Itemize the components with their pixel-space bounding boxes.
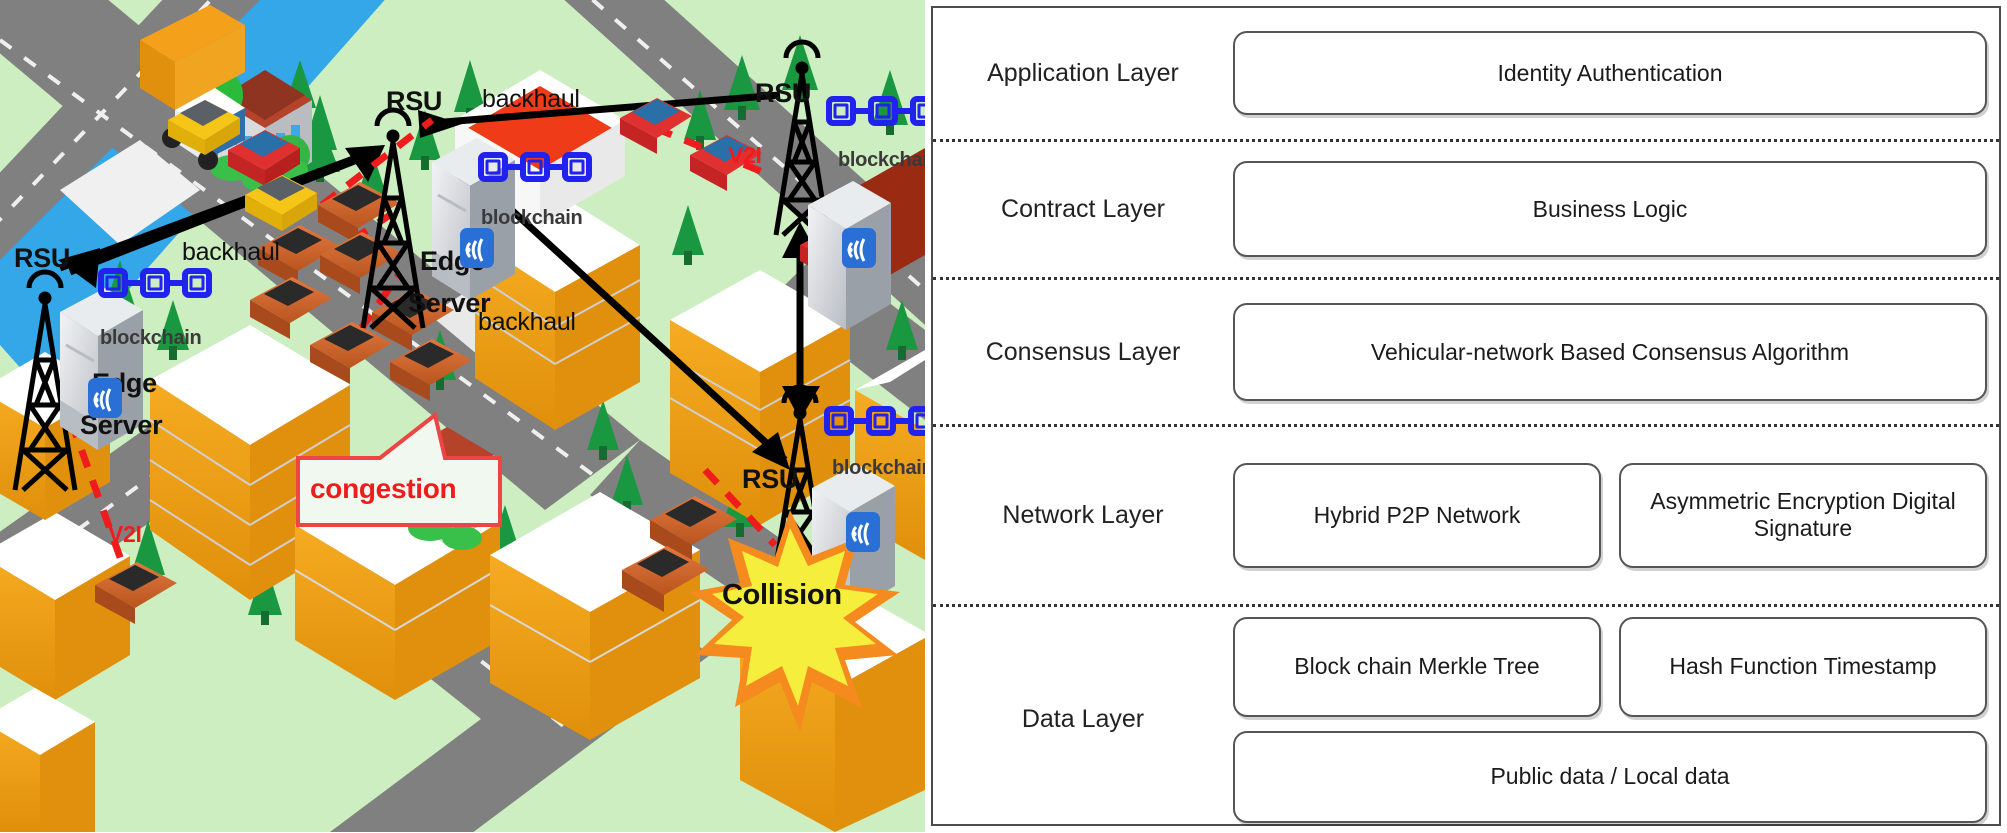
- layer-name-data: Data Layer: [1021, 705, 1145, 734]
- layer-name-consensus: Consensus Layer: [985, 337, 1181, 366]
- card-asymmetric-encryption-digital-signature[interactable]: Asymmetric Encryption Digital Signature: [1619, 462, 1987, 568]
- card-consensus-algorithm[interactable]: Vehicular-network Based Consensus Algori…: [1233, 303, 1987, 402]
- card-business-logic[interactable]: Business Logic: [1233, 161, 1987, 258]
- blockchain-chain-icon-right: [826, 96, 925, 126]
- card-identity-authentication[interactable]: Identity Authentication: [1233, 31, 1987, 116]
- architecture-frame: Application Layer Identity Authenticatio…: [931, 6, 2001, 826]
- layer-body-contract: Business Logic: [1233, 161, 1999, 258]
- layer-name-network: Network Layer: [1002, 500, 1164, 529]
- wifi-icon-bottom-right: [846, 512, 880, 552]
- blockchain-label-center: blockchain: [481, 207, 583, 229]
- blockchain-chain-icon-left: [98, 268, 212, 298]
- blockchain-label-left: blockchain: [100, 327, 202, 349]
- edge-server-label-center-line2: Server: [408, 288, 491, 318]
- card-public-local-data[interactable]: Public data / Local data: [1233, 730, 1987, 823]
- congestion-label: congestion: [310, 473, 457, 504]
- backhaul-label-top: backhaul: [482, 85, 580, 113]
- layer-name-application: Application Layer: [987, 58, 1179, 87]
- blockchain-chain-icon-bottom-right: [824, 406, 925, 436]
- figure-root: RSU RSU RSU RSU backhaul backhaul backha…: [0, 0, 2007, 832]
- card-hybrid-p2p-network[interactable]: Hybrid P2P Network: [1233, 462, 1601, 568]
- vehicular-network-scenario-map: RSU RSU RSU RSU backhaul backhaul backha…: [0, 0, 925, 832]
- rsu-label-top-right: RSU: [755, 78, 812, 108]
- layer-contract: Contract Layer Business Logic: [933, 138, 1999, 278]
- layer-consensus: Consensus Layer Vehicular-network Based …: [933, 277, 1999, 424]
- layer-body-consensus: Vehicular-network Based Consensus Algori…: [1233, 303, 1999, 402]
- wifi-icon-right: [842, 228, 876, 268]
- rsu-label-bottom-right: RSU: [742, 464, 799, 494]
- blockchain-chain-icon-center: [478, 152, 592, 182]
- layer-body-application: Identity Authentication: [1233, 31, 1999, 116]
- wifi-icon-center: [460, 228, 494, 268]
- card-hash-function-timestamp[interactable]: Hash Function Timestamp: [1619, 616, 1987, 717]
- blockchain-label-right: blockchain: [838, 149, 925, 171]
- layer-network: Network Layer Hybrid P2P Network Asymmet…: [933, 424, 1999, 604]
- rsu-label-left: RSU: [14, 243, 71, 273]
- rsu-label-center: RSU: [386, 86, 443, 116]
- backhaul-label-left: backhaul: [182, 238, 280, 266]
- layer-data: Data Layer Block chain Merkle Tree Hash …: [933, 603, 1999, 833]
- wifi-icon-left: [88, 378, 122, 418]
- layer-name-contract: Contract Layer: [1001, 194, 1165, 223]
- layer-body-data: Block chain Merkle Tree Hash Function Ti…: [1233, 607, 1999, 833]
- blockchain-label-bottom-right: blockchain: [832, 457, 925, 479]
- collision-label: Collision: [722, 579, 842, 611]
- data-layer-row-1: Block chain Merkle Tree Hash Function Ti…: [1233, 616, 1987, 717]
- v2i-label-bottom-left: V2I: [108, 521, 142, 547]
- layer-application: Application Layer Identity Authenticatio…: [933, 8, 1999, 139]
- layer-body-network: Hybrid P2P Network Asymmetric Encryption…: [1233, 462, 1999, 568]
- backhaul-label-center: backhaul: [478, 308, 576, 336]
- v2i-label-top-right: V2I: [728, 142, 762, 168]
- blockchain-layer-architecture: Application Layer Identity Authenticatio…: [925, 0, 2007, 832]
- card-blockchain-merkle-tree[interactable]: Block chain Merkle Tree: [1233, 616, 1601, 717]
